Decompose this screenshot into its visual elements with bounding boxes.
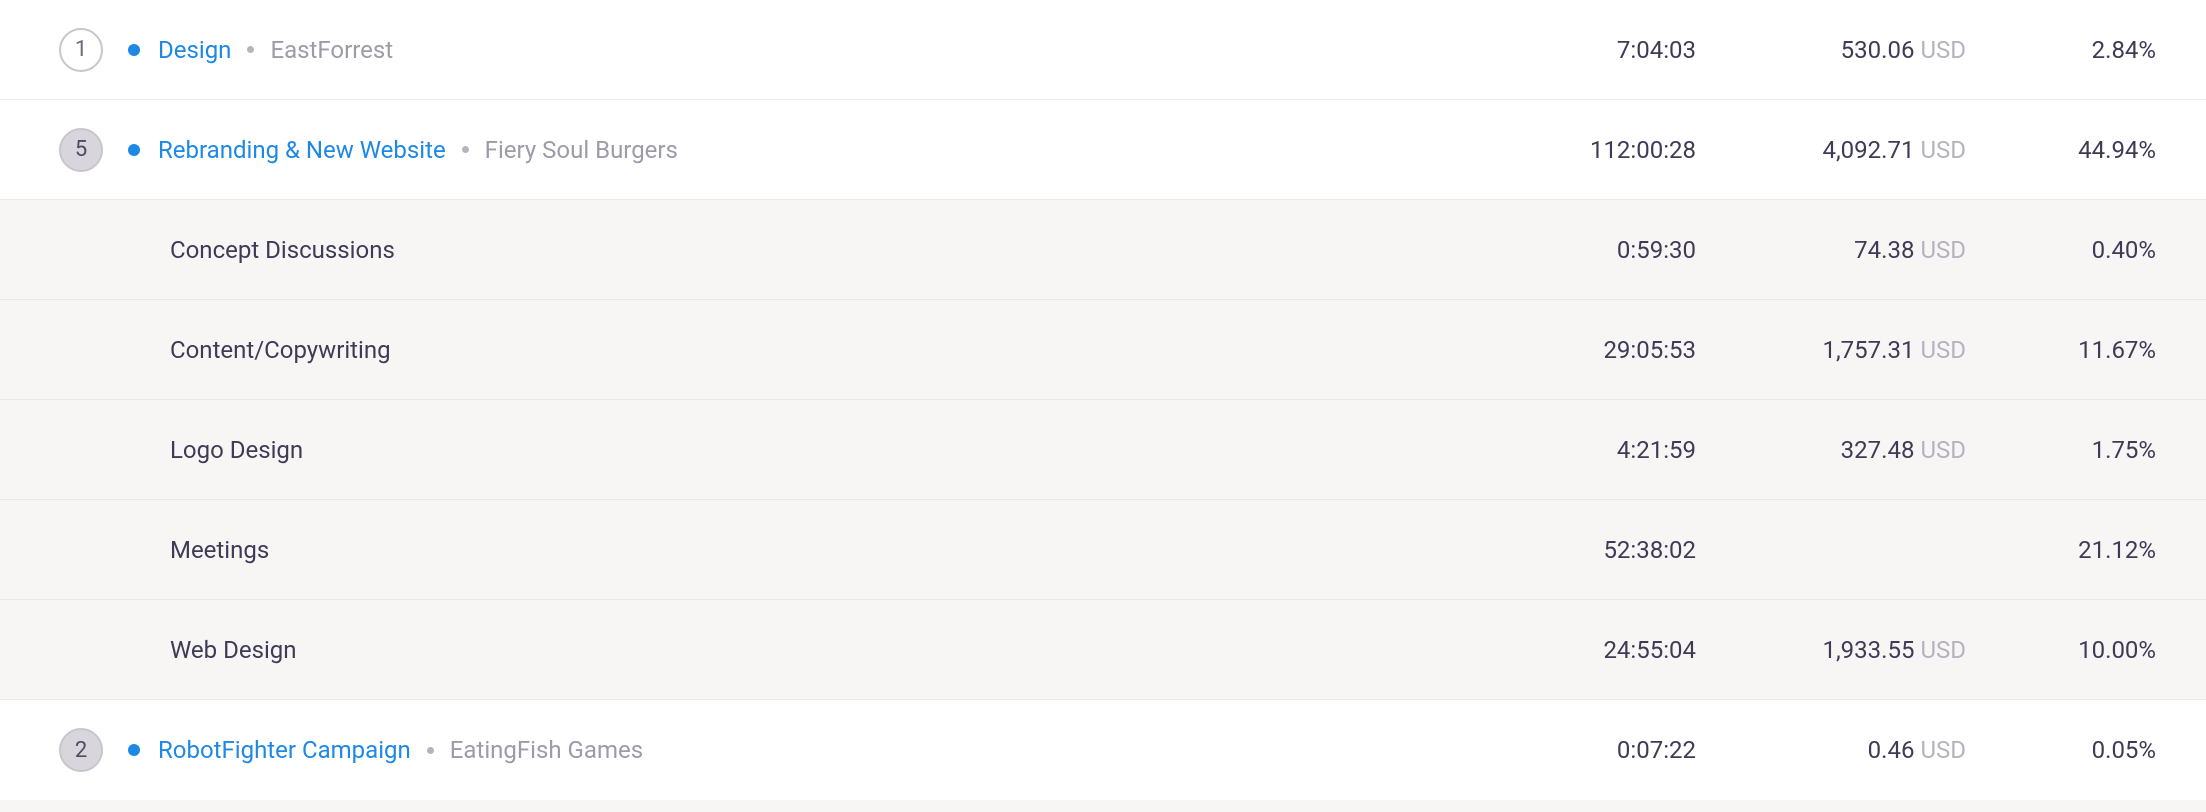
project-color-dot-icon	[128, 744, 140, 756]
task-row[interactable]: Web Design24:55:041,933.55USD10.00%	[0, 600, 2206, 700]
client-name: EatingFish Games	[450, 736, 643, 764]
percent-value: 10.00%	[1966, 636, 2166, 664]
percent-value: 11.67%	[1966, 336, 2166, 364]
task-name: Web Design	[170, 636, 297, 664]
report-table: 1DesignEastForrest7:04:03530.06USD2.84%5…	[0, 0, 2206, 800]
percent-value: 44.94%	[1966, 136, 2166, 164]
percent-value: 0.40%	[1966, 236, 2166, 264]
project-row[interactable]: 2 RobotFighter Campaign EatingFish Games 0:…	[0, 700, 2206, 800]
task-name-cell: Web Design	[170, 636, 1476, 664]
separator-dot-icon	[427, 747, 434, 754]
amount-currency: USD	[1920, 636, 1966, 664]
project-row[interactable]: 1DesignEastForrest7:04:03530.06USD2.84%	[0, 0, 2206, 100]
task-row[interactable]: Concept Discussions0:59:3074.38USD0.40%	[0, 200, 2206, 300]
duration-value: 29:05:53	[1476, 336, 1696, 364]
separator-dot-icon	[462, 146, 469, 153]
amount-value: 327.48	[1841, 436, 1915, 464]
task-row[interactable]: Logo Design4:21:59327.48USD1.75%	[0, 400, 2206, 500]
task-name-cell: Meetings	[170, 536, 1476, 564]
amount-value: 0.46	[1868, 736, 1915, 764]
project-name-link[interactable]: RobotFighter Campaign	[158, 736, 411, 764]
percent-value: 21.12%	[1966, 536, 2166, 564]
duration-value: 4:21:59	[1476, 436, 1696, 464]
amount-value: 4,092.71	[1822, 136, 1914, 164]
project-color-dot-icon	[128, 44, 140, 56]
task-name: Logo Design	[170, 436, 303, 464]
amount-cell: 327.48USD	[1696, 436, 1966, 464]
amount-cell: 1,757.31USD	[1696, 336, 1966, 364]
amount-currency: USD	[1920, 36, 1966, 64]
amount-currency: USD	[1920, 336, 1966, 364]
project-color-dot-icon	[128, 144, 140, 156]
subtask-count-badge[interactable]: 2	[59, 728, 103, 772]
duration-value: 112:00:28	[1476, 136, 1696, 164]
task-row[interactable]: Meetings 52:38:02 21.12%	[0, 500, 2206, 600]
duration-value: 52:38:02	[1476, 536, 1696, 564]
task-name-cell: Logo Design	[170, 436, 1476, 464]
amount-currency: USD	[1920, 436, 1966, 464]
project-name-link[interactable]: Rebranding & New Website	[158, 136, 446, 164]
separator-dot-icon	[247, 46, 254, 53]
duration-value: 24:55:04	[1476, 636, 1696, 664]
amount-currency: USD	[1920, 236, 1966, 264]
amount-value: 74.38	[1854, 236, 1914, 264]
expand-badge-wrap: 1	[40, 28, 122, 72]
project-name-cell: RobotFighter Campaign EatingFish Games	[122, 736, 1476, 764]
project-name-cell: Rebranding & New Website Fiery Soul Burge…	[122, 136, 1476, 164]
amount-currency: USD	[1920, 736, 1966, 764]
subtask-count-badge[interactable]: 5	[59, 128, 103, 172]
amount-cell: 0.46USD	[1696, 736, 1966, 764]
amount-cell: 4,092.71USD	[1696, 136, 1966, 164]
amount-currency: USD	[1920, 136, 1966, 164]
amount-value: 530.06	[1841, 36, 1915, 64]
project-name-link[interactable]: Design	[158, 36, 231, 64]
percent-value: 0.05%	[1966, 736, 2166, 764]
task-name: Concept Discussions	[170, 236, 395, 264]
duration-value: 7:04:03	[1476, 36, 1696, 64]
expand-badge-wrap: 5	[40, 128, 122, 172]
expand-badge-wrap: 2	[40, 728, 122, 772]
amount-cell: 1,933.55USD	[1696, 636, 1966, 664]
amount-value: 1,757.31	[1822, 336, 1914, 364]
task-name-cell: Concept Discussions	[170, 236, 1476, 264]
task-row[interactable]: Content/Copywriting29:05:531,757.31USD11…	[0, 300, 2206, 400]
project-row[interactable]: 5 Rebranding & New Website Fiery Soul Burg…	[0, 100, 2206, 200]
client-name: EastForrest	[270, 36, 393, 64]
amount-value: 1,933.55	[1822, 636, 1914, 664]
task-name-cell: Content/Copywriting	[170, 336, 1476, 364]
percent-value: 2.84%	[1966, 36, 2166, 64]
client-name: Fiery Soul Burgers	[485, 136, 678, 164]
task-name: Meetings	[170, 536, 269, 564]
project-name-cell: Design EastForrest	[122, 36, 1476, 64]
subtask-count-badge[interactable]: 1	[59, 28, 103, 72]
amount-cell: 74.38USD	[1696, 236, 1966, 264]
percent-value: 1.75%	[1966, 436, 2166, 464]
duration-value: 0:59:30	[1476, 236, 1696, 264]
amount-cell: 530.06USD	[1696, 36, 1966, 64]
task-name: Content/Copywriting	[170, 336, 391, 364]
duration-value: 0:07:22	[1476, 736, 1696, 764]
